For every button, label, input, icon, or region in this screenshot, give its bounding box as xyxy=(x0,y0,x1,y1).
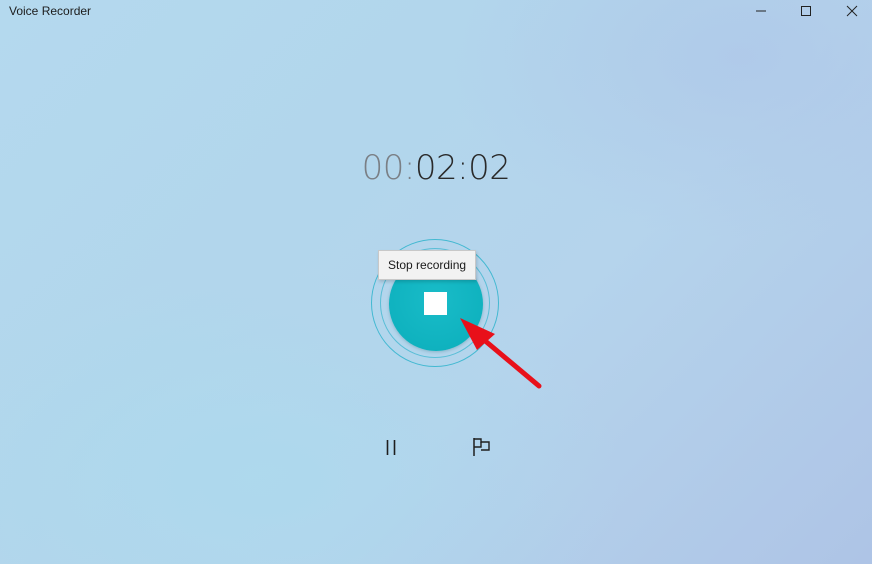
pause-icon xyxy=(386,440,396,455)
recording-timer: 00:02:02 xyxy=(0,148,872,188)
app-title: Voice Recorder xyxy=(9,4,92,18)
maximize-button[interactable] xyxy=(786,0,826,22)
stop-recording-tooltip: Stop recording xyxy=(378,250,477,280)
title-bar: Voice Recorder xyxy=(0,0,872,24)
annotation-arrow-icon xyxy=(460,318,542,389)
close-button[interactable] xyxy=(832,0,872,22)
add-marker-button[interactable] xyxy=(465,431,497,463)
minimize-icon xyxy=(756,10,766,12)
pause-button[interactable] xyxy=(375,431,407,463)
close-icon xyxy=(846,5,858,17)
timer-minutes-seconds: 02:02 xyxy=(414,148,511,188)
maximize-icon xyxy=(801,6,811,16)
flag-icon xyxy=(473,438,490,456)
stop-icon xyxy=(424,292,447,315)
minimize-button[interactable] xyxy=(741,0,781,22)
timer-hours: 00: xyxy=(361,148,416,188)
